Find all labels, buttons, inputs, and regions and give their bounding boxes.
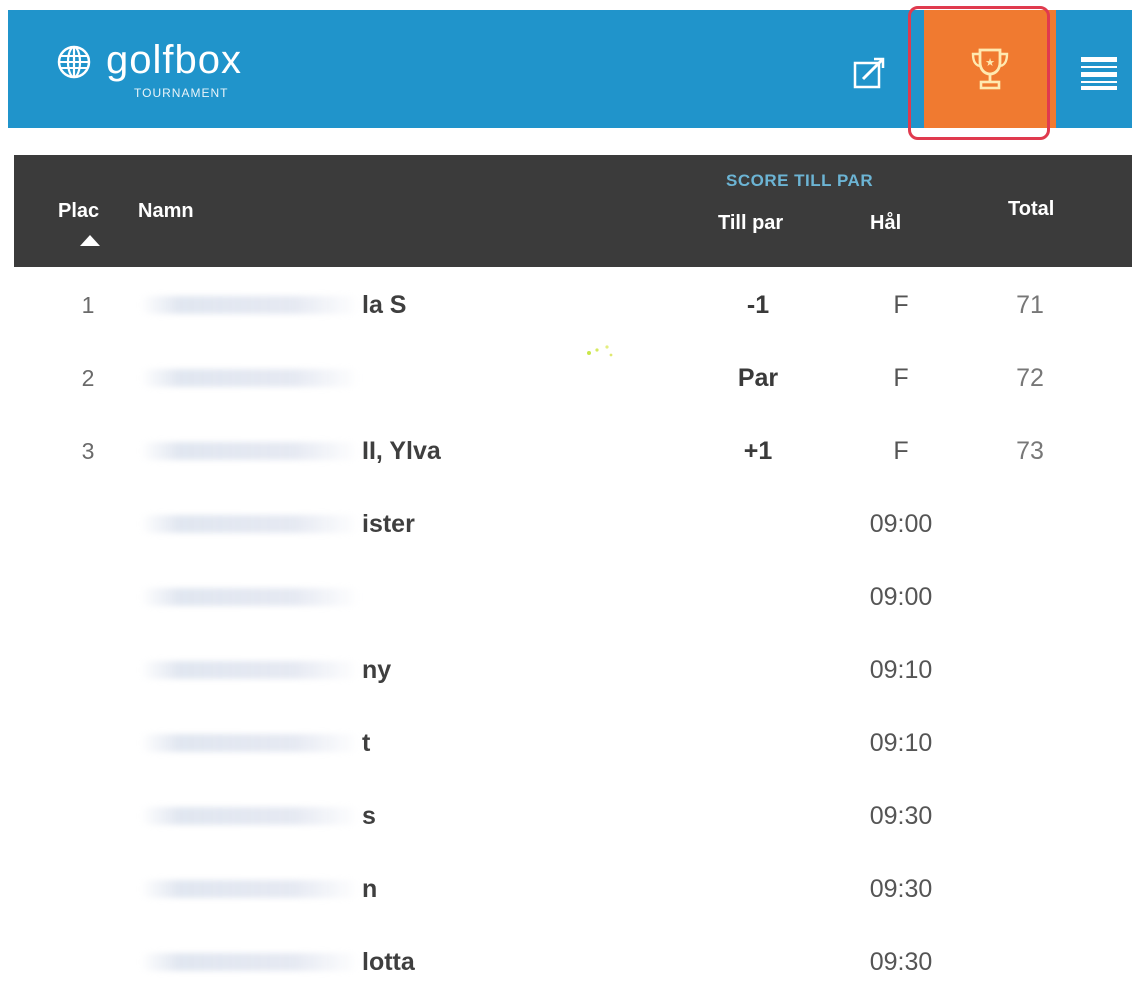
- column-header-total[interactable]: Total: [1008, 198, 1054, 221]
- table-row[interactable]: ny 09:10: [0, 635, 1132, 708]
- hamburger-menu-button[interactable]: [1074, 48, 1124, 98]
- redacted-name: [140, 880, 360, 898]
- row-name: II, Ylva: [362, 437, 441, 465]
- row-name: t: [362, 729, 371, 757]
- row-hal: F: [893, 364, 909, 392]
- column-group-score-till-par: SCORE TILL PAR: [726, 171, 874, 190]
- redacted-name: [140, 588, 360, 606]
- row-name: lotta: [362, 948, 415, 976]
- redacted-name: [140, 734, 360, 752]
- redacted-name: [140, 953, 360, 971]
- redacted-name: [140, 369, 360, 387]
- brand-name: golfbox: [106, 38, 242, 82]
- row-name: ny: [362, 656, 392, 684]
- table-row[interactable]: 3 II, Ylva +1 F 73: [0, 416, 1132, 489]
- redacted-name: [140, 661, 360, 679]
- leaderboard-trophy-button[interactable]: ★: [924, 10, 1056, 128]
- row-tee-time: 09:00: [869, 510, 933, 538]
- row-tee-time: 09:10: [869, 656, 933, 684]
- row-place: 3: [81, 438, 95, 464]
- column-header-namn[interactable]: Namn: [138, 200, 194, 223]
- row-place: 1: [81, 292, 95, 318]
- brand-subtitle: TOURNAMENT: [134, 86, 229, 100]
- hamburger-menu-icon: [1081, 57, 1117, 90]
- row-tee-time: 09:00: [869, 583, 933, 611]
- row-hal: F: [893, 437, 909, 465]
- redacted-name: [140, 807, 360, 825]
- table-row[interactable]: s 09:30: [0, 781, 1132, 854]
- sort-ascending-icon[interactable]: [80, 235, 100, 246]
- redacted-name: [140, 515, 360, 533]
- column-header-hal[interactable]: Hål: [870, 212, 901, 235]
- leaderboard-header: Plac Namn SCORE TILL PAR Till par Hål To…: [14, 155, 1132, 267]
- column-header-plac[interactable]: Plac: [58, 200, 99, 223]
- leaderboard-rows: 1 la S -1 F 71 2 Par F 72 3 II, Ylva +1 …: [0, 270, 1132, 1000]
- row-hal: F: [893, 291, 909, 319]
- column-header-till-par[interactable]: Till par: [718, 212, 783, 235]
- row-total: 72: [1016, 364, 1044, 392]
- row-total: 71: [1016, 291, 1044, 319]
- row-name: s: [362, 802, 376, 830]
- row-tee-time: 09:30: [869, 875, 933, 903]
- top-bar: golfbox TOURNAMENT ★: [8, 10, 1132, 128]
- row-till-par: Par: [737, 364, 779, 392]
- table-row[interactable]: 2 Par F 72: [0, 343, 1132, 416]
- trophy-icon: ★: [971, 48, 1009, 90]
- row-name: la S: [362, 291, 407, 319]
- row-name: ister: [362, 510, 415, 538]
- row-name: n: [362, 875, 378, 903]
- table-row[interactable]: 1 la S -1 F 71: [0, 270, 1132, 343]
- row-tee-time: 09:10: [869, 729, 933, 757]
- golfbox-logo[interactable]: golfbox TOURNAMENT: [56, 38, 242, 108]
- row-tee-time: 09:30: [869, 802, 933, 830]
- redacted-name: [140, 296, 360, 314]
- globe-icon: [57, 45, 91, 79]
- table-row[interactable]: ister 09:00: [0, 489, 1132, 562]
- redacted-name: [140, 442, 360, 460]
- table-row[interactable]: t 09:10: [0, 708, 1132, 781]
- table-row[interactable]: n 09:30: [0, 854, 1132, 927]
- row-till-par: -1: [746, 291, 770, 319]
- row-place: 2: [81, 365, 95, 391]
- table-row[interactable]: lotta 09:30: [0, 927, 1132, 1000]
- table-row[interactable]: 09:00: [0, 562, 1132, 635]
- row-till-par: +1: [743, 437, 773, 465]
- edit-icon: [853, 57, 885, 89]
- edit-button[interactable]: [846, 50, 892, 96]
- row-tee-time: 09:30: [869, 948, 933, 976]
- svg-text:★: ★: [985, 56, 995, 69]
- row-total: 73: [1016, 437, 1044, 465]
